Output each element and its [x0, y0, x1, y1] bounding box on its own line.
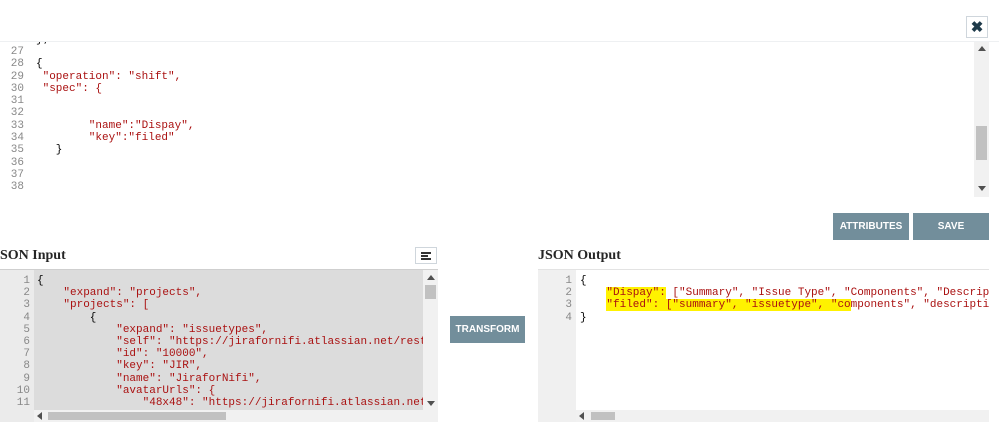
close-button[interactable]: ✖: [966, 16, 988, 38]
json-output-title: JSON Output: [538, 248, 621, 263]
line-number: 30: [10, 82, 24, 95]
code-line: "self": "https://jirafornifi.atlassian.n…: [116, 335, 423, 348]
code-line: "name":"Dispay",: [36, 119, 195, 132]
spec-editor-scrollbar[interactable]: [974, 42, 989, 197]
spec-editor-content[interactable]: { "operation": "shift", "spec": { "name"…: [36, 42, 194, 194]
code-line: }: [580, 311, 587, 324]
code-line: "expand": "projects",: [37, 287, 203, 300]
line-number: 37: [10, 168, 24, 181]
line-number: 27: [10, 46, 24, 58]
json-input-content[interactable]: { "expand": "projects", "projects": [ { …: [37, 270, 423, 409]
scroll-down-icon[interactable]: [978, 186, 986, 191]
scrollbar-thumb[interactable]: [976, 126, 987, 160]
line-number: 35: [10, 144, 24, 157]
json-output-content[interactable]: { "Dispay": ["Summary", "Issue Type", "C…: [580, 270, 989, 324]
scroll-up-icon[interactable]: [978, 46, 986, 51]
highlighted-values: ["summary", "issuetype", "co: [659, 299, 851, 312]
scrollbar-thumb[interactable]: [425, 285, 436, 299]
line-number: 1: [23, 275, 30, 287]
code-line: "avatarUrls": {: [37, 384, 216, 397]
line-number: 4: [23, 311, 30, 324]
code-line: "name": "JiraforNifi",: [37, 372, 262, 385]
json-input-editor[interactable]: 1 2 3 4 5 6 7 8 9 10 11 { "expand": "pro…: [0, 269, 438, 422]
line-number: 1: [565, 275, 572, 287]
line-number: 32: [10, 107, 24, 120]
code-line: "expand": "issuetypes",: [37, 323, 269, 336]
code-line: {: [37, 311, 97, 324]
line-number: 6: [23, 335, 30, 348]
line-number: 31: [10, 95, 24, 108]
line-number: 5: [23, 323, 30, 336]
value-list: mponents", "description", ": [850, 299, 989, 312]
line-number: 7: [23, 348, 30, 361]
scroll-down-icon[interactable]: [427, 401, 435, 406]
code-line: "Dispay": ["Summary", "Issue Type", "Com…: [580, 287, 989, 300]
line-number: 3: [23, 299, 30, 312]
code-line: {: [37, 275, 44, 287]
line-number: 2: [565, 287, 572, 300]
attributes-button[interactable]: ATTRIBUTES: [833, 213, 909, 240]
code-line: {: [36, 58, 43, 71]
format-icon[interactable]: [415, 247, 437, 264]
line-number: 38: [10, 181, 24, 194]
scroll-left-icon[interactable]: [37, 412, 42, 420]
line-number: 9: [23, 372, 30, 385]
spec-editor-gutter: 27 28 29 30 31 32 33 34 35 36 37 38: [0, 42, 24, 194]
line-number: 3: [565, 299, 572, 312]
json-input-gutter: 1 2 3 4 5 6 7 8 9 10 11: [0, 270, 34, 422]
line-number: 36: [10, 156, 24, 169]
scrollbar-thumb[interactable]: [591, 412, 615, 420]
spec-editor[interactable]: }; 27 28 29 30 31 32 33 34 35 36 37 38 {…: [0, 42, 989, 197]
json-output-editor[interactable]: 1 2 3 4 { "Dispay": ["Summary", "Issue T…: [538, 269, 989, 422]
line-number: 34: [10, 132, 24, 145]
line-number: 8: [23, 360, 30, 373]
code-line: "operation": "shift",: [36, 70, 182, 83]
highlighted-key: "Dispay":: [606, 287, 666, 300]
code-line: "projects": [: [37, 299, 150, 312]
save-button[interactable]: SAVE: [913, 213, 989, 240]
line-number: 11: [16, 396, 30, 409]
json-output-hscrollbar[interactable]: [576, 410, 989, 422]
json-input-vscrollbar[interactable]: [423, 270, 438, 422]
line-number: 4: [565, 311, 572, 324]
line-number: 28: [10, 58, 24, 71]
code-line: "spec": {: [36, 82, 103, 95]
code-line: "48x48": "https://jirafornifi.atlassian.…: [142, 396, 423, 409]
line-number: 33: [10, 119, 24, 132]
code-line: "key":"filed": [36, 132, 175, 145]
highlighted-key: "filed":: [606, 299, 660, 312]
json-input-title: SON Input: [0, 248, 66, 263]
scrollbar-thumb[interactable]: [48, 412, 226, 420]
line-number: 29: [10, 70, 24, 83]
code-line: "id": "10000",: [37, 348, 209, 361]
scroll-up-icon[interactable]: [427, 275, 435, 280]
json-output-gutter: 1 2 3 4: [538, 270, 576, 422]
code-line: "key": "JIR",: [37, 360, 203, 373]
value-list: ["Summary", "Issue Type", "Components", …: [672, 287, 989, 300]
scroll-left-icon[interactable]: [579, 412, 584, 420]
code-line: }: [36, 144, 63, 157]
close-icon: ✖: [970, 18, 984, 36]
json-input-hscrollbar[interactable]: [34, 410, 423, 422]
line-number: 10: [16, 384, 30, 397]
transform-button[interactable]: TRANSFORM: [450, 316, 525, 343]
line-number: 2: [23, 287, 30, 300]
code-line: "filed": ["summary", "issuetype", "compo…: [580, 299, 989, 312]
code-line: {: [580, 275, 587, 287]
